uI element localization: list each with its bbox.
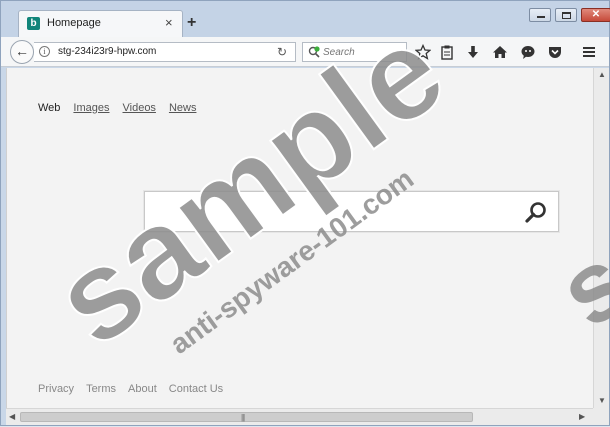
maximize-button[interactable] <box>555 8 577 22</box>
close-tab-icon[interactable]: × <box>165 15 173 30</box>
home-icon[interactable] <box>492 44 508 60</box>
browser-window: b Homepage × + ✕ ← i stg-234i23r9-hpw.co… <box>0 0 610 426</box>
scroll-left-icon[interactable]: ◀ <box>9 412 15 421</box>
search-scopes: Web Images Videos News <box>38 102 196 114</box>
scroll-down-icon[interactable]: ▼ <box>598 396 606 405</box>
scope-images[interactable]: Images <box>73 102 109 114</box>
scroll-right-icon[interactable]: ▶ <box>579 412 585 421</box>
close-window-button[interactable]: ✕ <box>581 8 610 22</box>
scope-videos[interactable]: Videos <box>123 102 156 114</box>
about-link[interactable]: About <box>128 383 157 395</box>
info-icon[interactable]: i <box>39 46 50 57</box>
star-icon[interactable] <box>415 44 431 60</box>
scroll-up-icon[interactable]: ▲ <box>598 70 606 79</box>
scrollbar-corner <box>593 408 609 425</box>
back-button[interactable]: ← <box>10 40 34 64</box>
terms-link[interactable]: Terms <box>86 383 116 395</box>
search-input[interactable] <box>144 191 559 232</box>
chat-icon[interactable] <box>520 44 536 60</box>
address-bar[interactable]: i stg-234i23r9-hpw.com ↻ <box>34 42 296 62</box>
minimize-icon <box>537 16 545 18</box>
tab-strip: b Homepage × + ✕ <box>1 1 610 37</box>
clipboard-icon[interactable] <box>439 44 455 60</box>
scope-web[interactable]: Web <box>38 102 60 114</box>
new-tab-button[interactable]: + <box>187 14 196 32</box>
horizontal-scroll-thumb[interactable]: ||| <box>20 412 473 422</box>
menu-icon[interactable] <box>581 44 597 60</box>
scope-news[interactable]: News <box>169 102 197 114</box>
vertical-scrollbar[interactable]: ▲ ▼ <box>593 68 609 408</box>
tab-homepage[interactable]: b Homepage × <box>18 10 183 37</box>
privacy-link[interactable]: Privacy <box>38 383 74 395</box>
back-arrow-icon: ← <box>15 43 29 59</box>
contact-link[interactable]: Contact Us <box>169 383 223 395</box>
search-icon[interactable] <box>524 201 548 225</box>
footer-links: Privacy Terms About Contact Us <box>38 383 223 395</box>
minimize-button[interactable] <box>529 8 551 22</box>
window-controls: ✕ <box>529 8 610 22</box>
download-icon[interactable] <box>465 44 481 60</box>
grip-icon: ||| <box>241 413 245 422</box>
search-placeholder: Search <box>323 47 355 58</box>
navigation-bar: ← i stg-234i23r9-hpw.com ↻ Search <box>1 37 609 67</box>
search-bar[interactable]: Search <box>302 42 407 62</box>
maximize-icon <box>562 12 571 19</box>
url-text[interactable]: stg-234i23r9-hpw.com <box>58 46 156 57</box>
close-icon: ✕ <box>591 9 601 20</box>
tab-title: Homepage <box>47 17 101 29</box>
search-engine-icon[interactable] <box>308 46 320 58</box>
bing-icon: b <box>27 17 40 30</box>
pocket-icon[interactable] <box>547 44 563 60</box>
page-content: Web Images Videos News Privacy Terms Abo… <box>6 68 593 408</box>
reload-icon[interactable]: ↻ <box>277 45 287 59</box>
horizontal-scrollbar[interactable]: ◀ ||| ▶ <box>6 408 593 425</box>
